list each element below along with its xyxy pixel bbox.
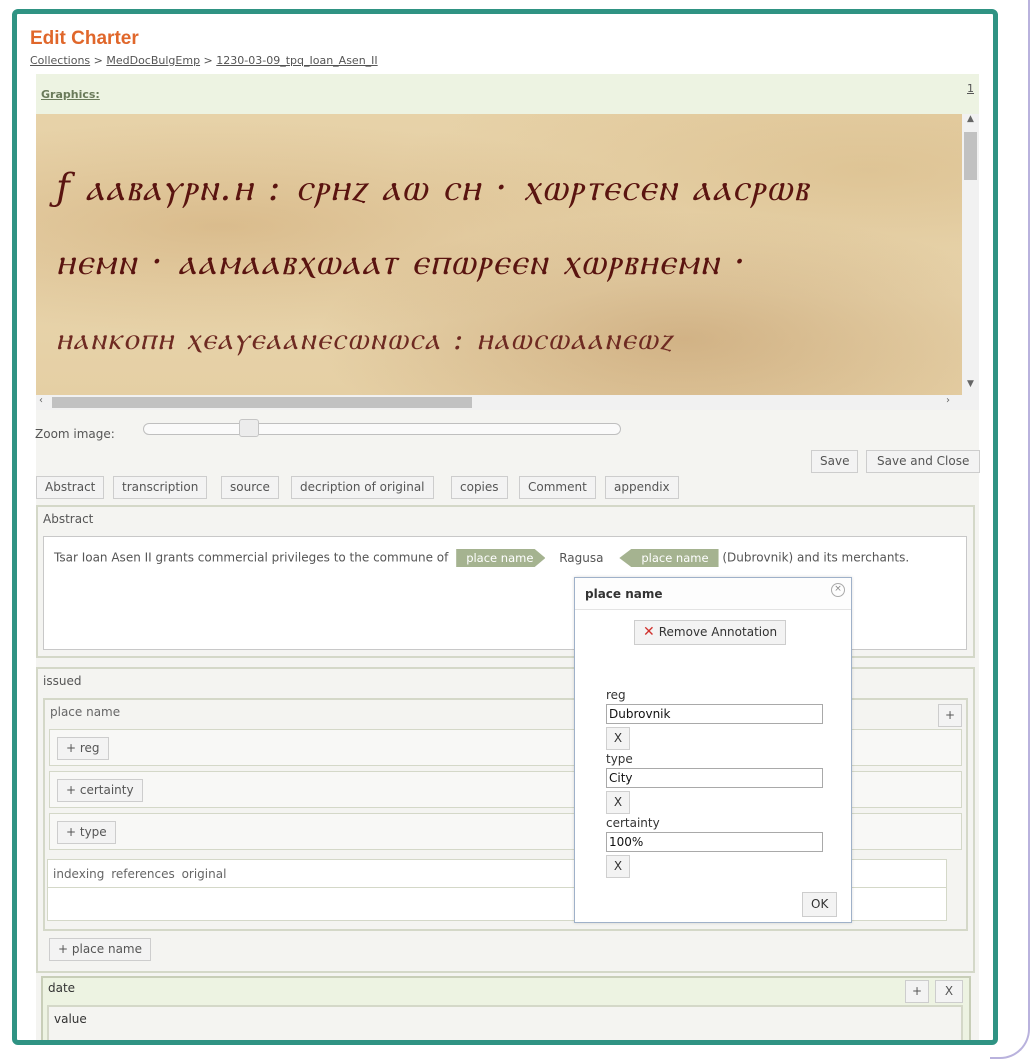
place-name-dialog: place name × ✕Remove Annotation reg X ty… xyxy=(574,577,852,923)
add-reg-button[interactable]: + reg xyxy=(57,737,109,760)
remove-annotation-label: Remove Annotation xyxy=(658,625,778,639)
horizontal-scrollbar[interactable]: ‹ › xyxy=(36,395,962,410)
vertical-scrollbar[interactable]: ▲ ▼ xyxy=(962,114,979,395)
tab-abstract[interactable]: Abstract xyxy=(36,476,105,499)
annotated-place: Ragusa xyxy=(559,550,604,565)
scrollbar-thumb[interactable] xyxy=(52,397,472,408)
date-value-title: value xyxy=(54,1012,87,1026)
tab-source[interactable]: source xyxy=(221,476,279,499)
graphics-header: Graphics: 1 xyxy=(36,74,979,114)
zoom-slider[interactable] xyxy=(143,423,621,435)
abstract-text: Tsar Ioan Asen II grants commercial priv… xyxy=(54,549,909,567)
graphics-label[interactable]: Graphics: xyxy=(41,88,100,101)
tab-appendix[interactable]: appendix xyxy=(605,476,679,499)
graphics-page-link[interactable]: 1 xyxy=(967,82,974,95)
scroll-down-icon[interactable]: ▼ xyxy=(962,379,979,389)
zoom-slider-handle[interactable] xyxy=(239,419,259,437)
charter-image: ƒ ⲁⲁⲃⲁⲩⲣⲛ.ⲏ : ⲥⲣⲏⲍ ⲁⲱ ⲥⲏ · ⲭⲱⲣⲧⲉⲥⲉⲛ ⲁⲁⲥⲣ… xyxy=(36,114,962,395)
breadcrumb-collections[interactable]: Collections xyxy=(30,54,90,67)
charter-script-line: ⲏⲉⲙⲛ · ⲁⲁⲙⲁⲁⲃⲭⲱⲁⲁⲧ ⲉⲡⲱⲣⲉⲉⲛ ⲭⲱⲣⲃⲏⲉⲙⲛ · xyxy=(56,242,748,283)
tab-copies[interactable]: copies xyxy=(451,476,508,499)
save-and-close-button[interactable]: Save and Close xyxy=(866,450,981,473)
breadcrumb-charter[interactable]: 1230-03-09_tpq_Ioan_Asen_II xyxy=(216,54,377,67)
add-place-name-field-button[interactable]: + xyxy=(938,704,962,727)
annotation-start-tag[interactable]: place name xyxy=(456,549,546,567)
scrollbar-thumb[interactable] xyxy=(964,132,977,180)
breadcrumb-separator: > xyxy=(90,54,107,67)
date-section-title: date xyxy=(48,981,76,995)
abstract-text-end: (Dubrovnik) and its merchants. xyxy=(722,550,910,565)
breadcrumb: Collections > MedDocBulgEmp > 1230-03-09… xyxy=(30,54,378,67)
annotation-end-tag[interactable]: place name xyxy=(619,549,719,567)
add-type-button[interactable]: + type xyxy=(57,821,116,844)
tab-description-of-original[interactable]: decription of original xyxy=(291,476,434,499)
abstract-text-start: Tsar Ioan Asen II grants commercial priv… xyxy=(54,550,449,565)
place-name-section-title: place name xyxy=(50,705,121,719)
reg-label: reg xyxy=(606,688,626,702)
scroll-up-icon[interactable]: ▲ xyxy=(962,114,979,124)
page-title: Edit Charter xyxy=(30,28,139,49)
breadcrumb-separator: > xyxy=(200,54,217,67)
indexing-tabs[interactable]: indexing references original xyxy=(53,867,226,881)
add-certainty-button[interactable]: + certainty xyxy=(57,779,143,802)
ok-button[interactable]: OK xyxy=(802,892,838,917)
clear-type-button[interactable]: X xyxy=(606,791,630,814)
charter-script-line: ƒ ⲁⲁⲃⲁⲩⲣⲛ.ⲏ : ⲥⲣⲏⲍ ⲁⲱ ⲥⲏ · ⲭⲱⲣⲧⲉⲥⲉⲛ ⲁⲁⲥⲣ… xyxy=(56,166,810,209)
type-input[interactable] xyxy=(606,768,823,788)
close-icon[interactable]: × xyxy=(831,583,845,597)
remove-x-icon: ✕ xyxy=(643,624,655,640)
issued-panel-title: issued xyxy=(43,674,82,688)
certainty-input[interactable] xyxy=(606,832,823,852)
add-date-field-button[interactable]: + xyxy=(905,980,929,1003)
date-section: date + X value xyxy=(41,976,971,1040)
main-frame: Edit Charter Collections > MedDocBulgEmp… xyxy=(12,9,998,1045)
abstract-panel-title: Abstract xyxy=(43,512,94,526)
add-place-name-button[interactable]: + place name xyxy=(49,938,151,961)
type-label: type xyxy=(606,752,633,766)
dialog-header: place name × xyxy=(575,578,851,610)
remove-annotation-button[interactable]: ✕ Remove Annotation xyxy=(634,620,787,645)
clear-certainty-button[interactable]: X xyxy=(606,855,630,878)
charter-image-viewer[interactable]: ƒ ⲁⲁⲃⲁⲩⲣⲛ.ⲏ : ⲥⲣⲏⲍ ⲁⲱ ⲥⲏ · ⲭⲱⲣⲧⲉⲥⲉⲛ ⲁⲁⲥⲣ… xyxy=(36,114,979,410)
tab-comment[interactable]: Comment xyxy=(519,476,596,499)
scroll-left-icon[interactable]: ‹ xyxy=(39,395,43,406)
tab-transcription[interactable]: transcription xyxy=(113,476,208,499)
reg-input[interactable] xyxy=(606,704,823,724)
scroll-right-icon[interactable]: › xyxy=(946,395,950,406)
certainty-label: certainty xyxy=(606,816,660,830)
remove-date-button[interactable]: X xyxy=(935,980,963,1003)
zoom-label: Zoom image: xyxy=(35,427,115,441)
charter-script-line: ⲏⲁⲛⲕⲟⲡⲏ ⲭⲉⲁⲩⲉⲁⲁⲛⲉⲥⲱⲛⲱⲥⲁ : ⲏⲁⲱⲥⲱⲁⲁⲛⲉⲱⲍ xyxy=(56,322,674,357)
date-value-section: value xyxy=(47,1005,963,1040)
clear-reg-button[interactable]: X xyxy=(606,727,630,750)
save-button[interactable]: Save xyxy=(811,450,859,473)
breadcrumb-collection[interactable]: MedDocBulgEmp xyxy=(106,54,200,67)
dialog-title: place name xyxy=(585,587,663,601)
